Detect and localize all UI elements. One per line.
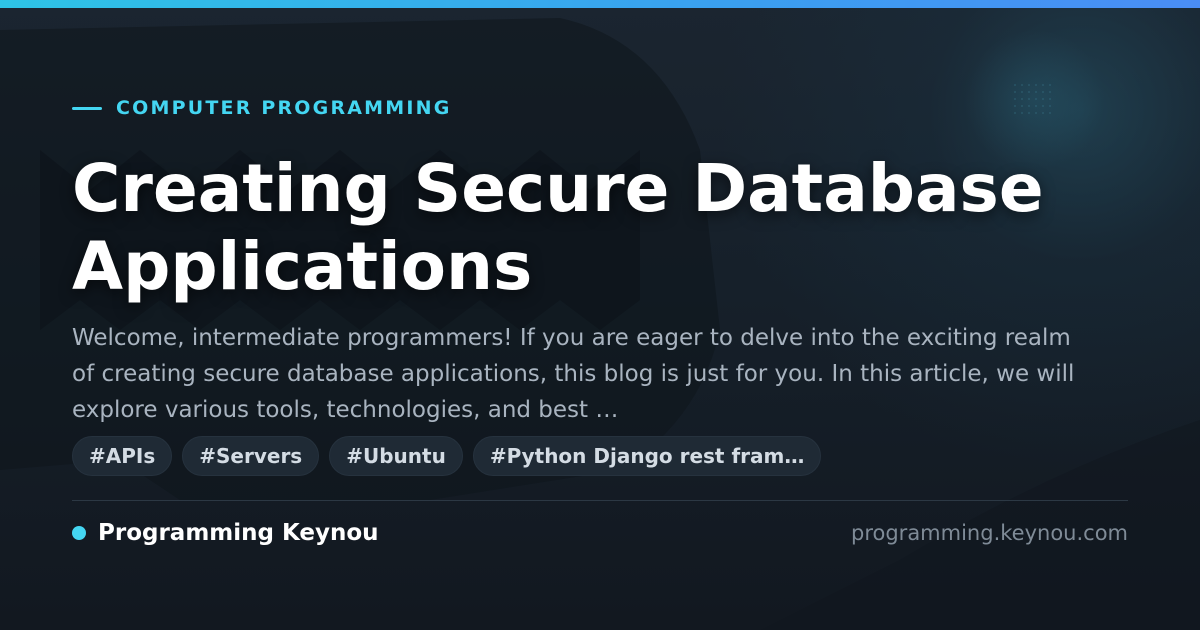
tag-python-django[interactable]: #Python Django rest fram… <box>472 436 822 476</box>
og-card: COMPUTER PROGRAMMING Creating Secure Dat… <box>0 0 1200 630</box>
site-domain[interactable]: programming.keynou.com <box>851 518 1128 548</box>
tag-list: #APIs #Servers #Ubuntu #Python Django re… <box>72 436 822 476</box>
tag-apis[interactable]: #APIs <box>72 436 173 476</box>
category-kicker: COMPUTER PROGRAMMING <box>72 96 452 120</box>
brand-name: Programming Keynou <box>98 520 379 546</box>
tag-ubuntu[interactable]: #Ubuntu <box>329 436 463 476</box>
kicker-accent-line <box>72 106 102 110</box>
tag-servers[interactable]: #Servers <box>182 436 320 476</box>
brand-dot-icon <box>72 526 86 540</box>
footer-divider <box>72 500 1128 501</box>
site-brand[interactable]: Programming Keynou <box>72 518 379 548</box>
article-title: Creating Secure Database Applications <box>72 150 1044 305</box>
category-label: COMPUTER PROGRAMMING <box>116 97 452 119</box>
article-excerpt: Welcome, intermediate programmers! If yo… <box>72 325 1075 423</box>
